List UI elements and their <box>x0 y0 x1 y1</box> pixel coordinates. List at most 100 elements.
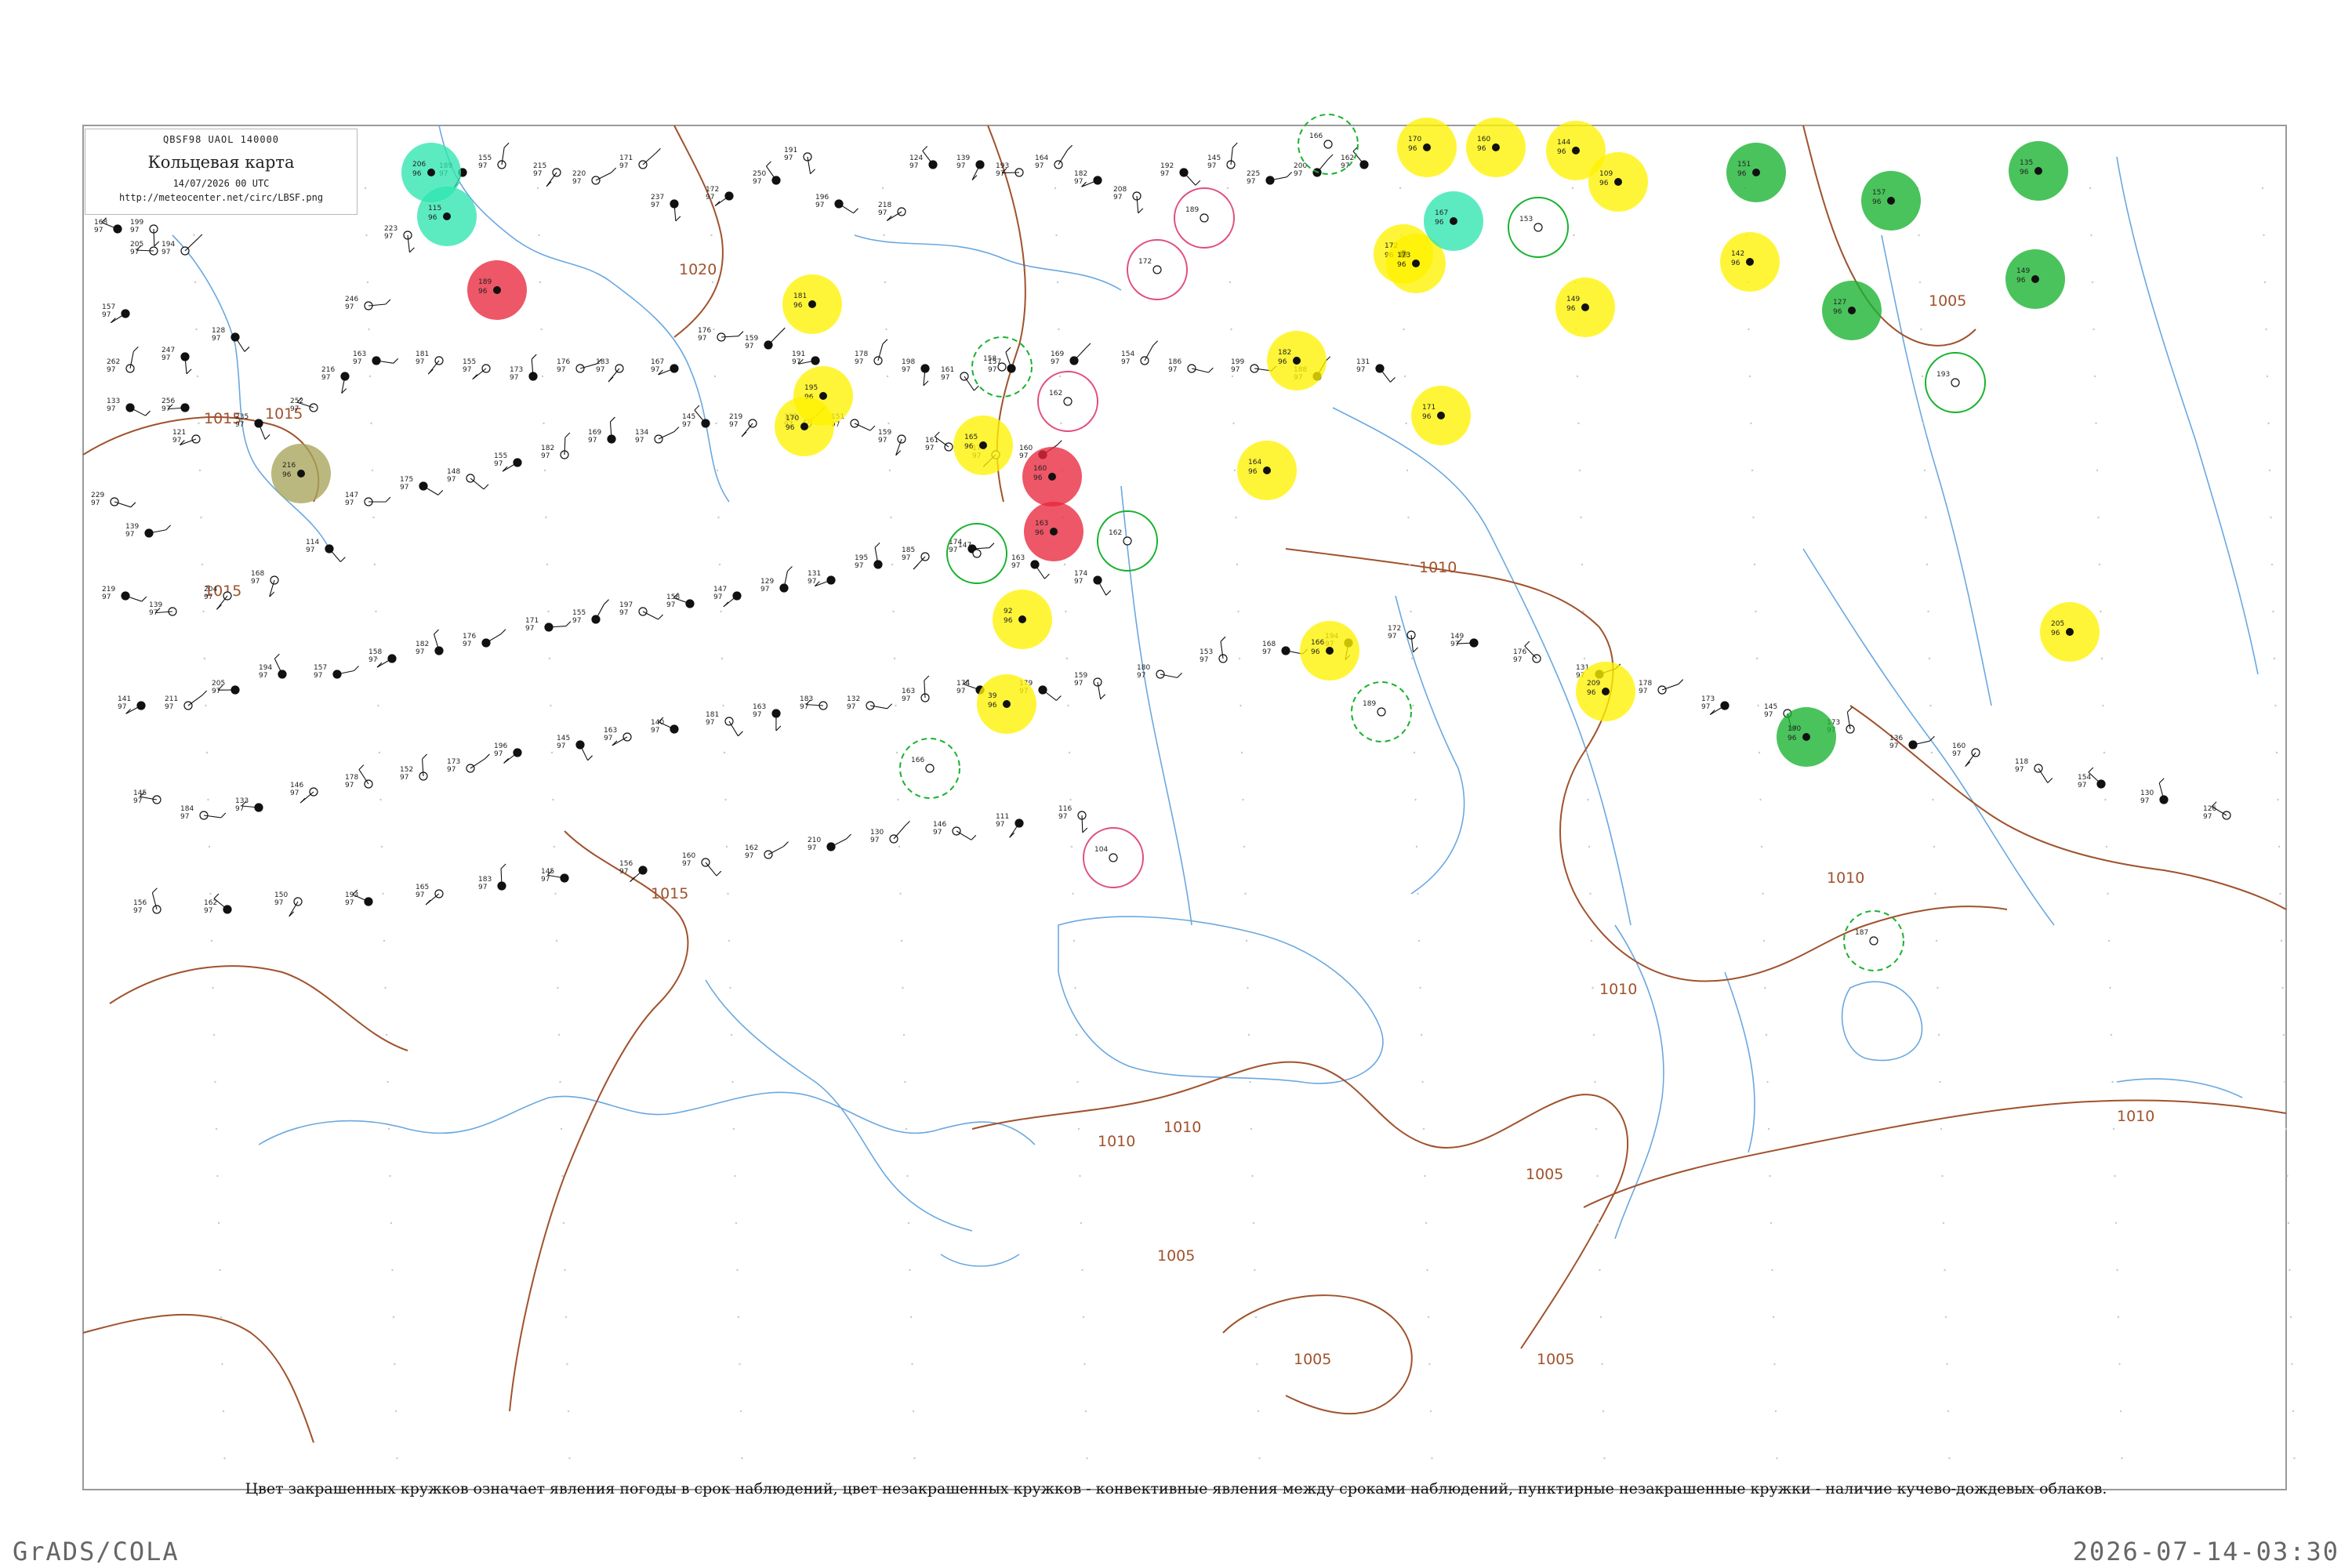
station-value: 97 <box>902 695 910 703</box>
graticule-dot <box>554 892 557 895</box>
graticule-dot <box>1427 1316 1430 1319</box>
wind-barb-feather <box>887 703 893 710</box>
station-value: 97 <box>314 672 322 680</box>
wind-barb-feather <box>485 753 490 760</box>
station-plot: 24697 <box>345 296 391 311</box>
station-pressure: 187 <box>1855 929 1868 937</box>
station-value: 97 <box>1035 162 1044 170</box>
cloud-cover-symbol <box>1581 303 1589 311</box>
station-pressure: 194 <box>162 241 175 249</box>
station-pressure: 155 <box>494 452 507 460</box>
ring-station: 158 <box>971 336 1033 397</box>
graticule-dot <box>1596 1174 1599 1178</box>
wind-barb-feather <box>611 167 617 173</box>
map-title-box: QBSF98 UAOL 140000 Кольцевая карта 14/07… <box>85 129 358 215</box>
graticule-dot <box>727 892 729 895</box>
isobar-label: 1010 <box>2117 1108 2154 1125</box>
graticule-dot <box>1237 610 1240 613</box>
station-pressure: 149 <box>1450 633 1464 641</box>
station-pressure: 159 <box>745 335 758 343</box>
wind-barb-feather <box>1965 761 1971 767</box>
wind-barb-feather <box>354 666 359 671</box>
station-plot: 11697 <box>1058 805 1088 833</box>
wind-barb <box>1073 347 1087 361</box>
graticule-dot <box>196 375 199 378</box>
graticule-dot <box>1592 986 1594 989</box>
graticule-dot <box>892 610 895 613</box>
graticule-dot <box>2103 751 2106 754</box>
station-pressure: 115 <box>428 205 441 212</box>
graticule-dot <box>1407 516 1410 519</box>
graticule-dot <box>1774 1410 1777 1413</box>
footer-timestamp: 2026-07-14-03:30 <box>2072 1537 2339 1566</box>
station-pressure: 104 <box>1094 846 1108 854</box>
wind-barb-feather <box>779 327 786 333</box>
station-pressure: 190 <box>1788 725 1801 733</box>
station-value: 97 <box>107 405 115 413</box>
graticule-dot <box>2100 610 2102 613</box>
station-value: 97 <box>847 703 855 711</box>
wind-barb-feather <box>655 147 661 154</box>
cloud-cover-symbol <box>1802 733 1810 741</box>
station-pressure: 155 <box>478 154 492 162</box>
station-pressure: 205 <box>212 680 225 688</box>
station-pressure: 162 <box>1109 529 1122 537</box>
station-plot: 13997 <box>149 601 177 617</box>
graticule-dot <box>2266 375 2269 378</box>
graticule-dot <box>394 1410 397 1413</box>
graticule-dot <box>1054 187 1057 190</box>
station-pressure: 182 <box>1074 170 1087 178</box>
station-plot: 13697 <box>1889 735 1935 750</box>
station-pressure: 182 <box>1278 349 1291 357</box>
source-url[interactable]: http://meteocenter.net/circ/LBSF.png <box>85 192 357 203</box>
cloud-cover-symbol <box>1951 378 1960 387</box>
graticule-dot <box>1256 1363 1258 1366</box>
station-value: 97 <box>1137 672 1145 680</box>
graticule-dot <box>2112 1127 2115 1131</box>
graticule-dot <box>1408 563 1411 566</box>
wind-barb <box>768 332 781 346</box>
map-frame <box>82 125 2287 1490</box>
wind-barb-feather <box>434 629 439 635</box>
weather-circle-yellow: 16696 <box>1300 621 1359 681</box>
station-value: 97 <box>588 437 597 445</box>
station-value: 97 <box>94 227 103 234</box>
station-plot: 17197 <box>525 617 572 633</box>
graticule-dot <box>210 939 213 942</box>
station-value: 96 <box>1833 308 1842 316</box>
graticule-dot <box>1247 986 1249 989</box>
station-value: 96 <box>1033 474 1043 482</box>
yenisei-river <box>2116 156 2259 675</box>
graticule-dot <box>371 469 374 472</box>
graticule-dot <box>2273 657 2276 660</box>
cloud-cover-symbol <box>1293 357 1301 365</box>
station-value: 97 <box>149 609 158 617</box>
station-value: 97 <box>1450 641 1459 648</box>
graticule-dot <box>567 1410 570 1413</box>
station-plot: 15597 <box>478 142 510 170</box>
station-value: 97 <box>1074 578 1083 586</box>
graticule-dot <box>1576 375 1579 378</box>
isobar-label: 1010 <box>1098 1133 1135 1150</box>
station-value: 97 <box>416 358 424 366</box>
station-plot: 16997 <box>1051 343 1091 366</box>
graticule-dot <box>2263 234 2265 237</box>
graticule-dot <box>1086 1457 1088 1460</box>
wind-barb <box>886 211 902 221</box>
isobar-1010-east <box>1849 705 2287 910</box>
station-plot: 19697 <box>494 742 522 764</box>
bulletin-code: QBSF98 UAOL 140000 <box>162 134 280 145</box>
graticule-dot <box>1757 704 1759 707</box>
station-pressure: 168 <box>1262 641 1276 648</box>
station-pressure: 189 <box>1185 206 1199 214</box>
station-pressure: 145 <box>541 868 554 876</box>
wind-barb-feather <box>673 426 680 433</box>
graticule-dot <box>214 1080 216 1083</box>
graticule-dot <box>368 328 370 331</box>
station-value: 97 <box>635 437 644 445</box>
station-pressure: 158 <box>666 593 680 601</box>
station-pressure: 146 <box>933 821 946 829</box>
graticule-dot <box>2090 234 2092 237</box>
graticule-dot <box>1590 939 1593 942</box>
station-plot: 12997 <box>760 566 793 593</box>
